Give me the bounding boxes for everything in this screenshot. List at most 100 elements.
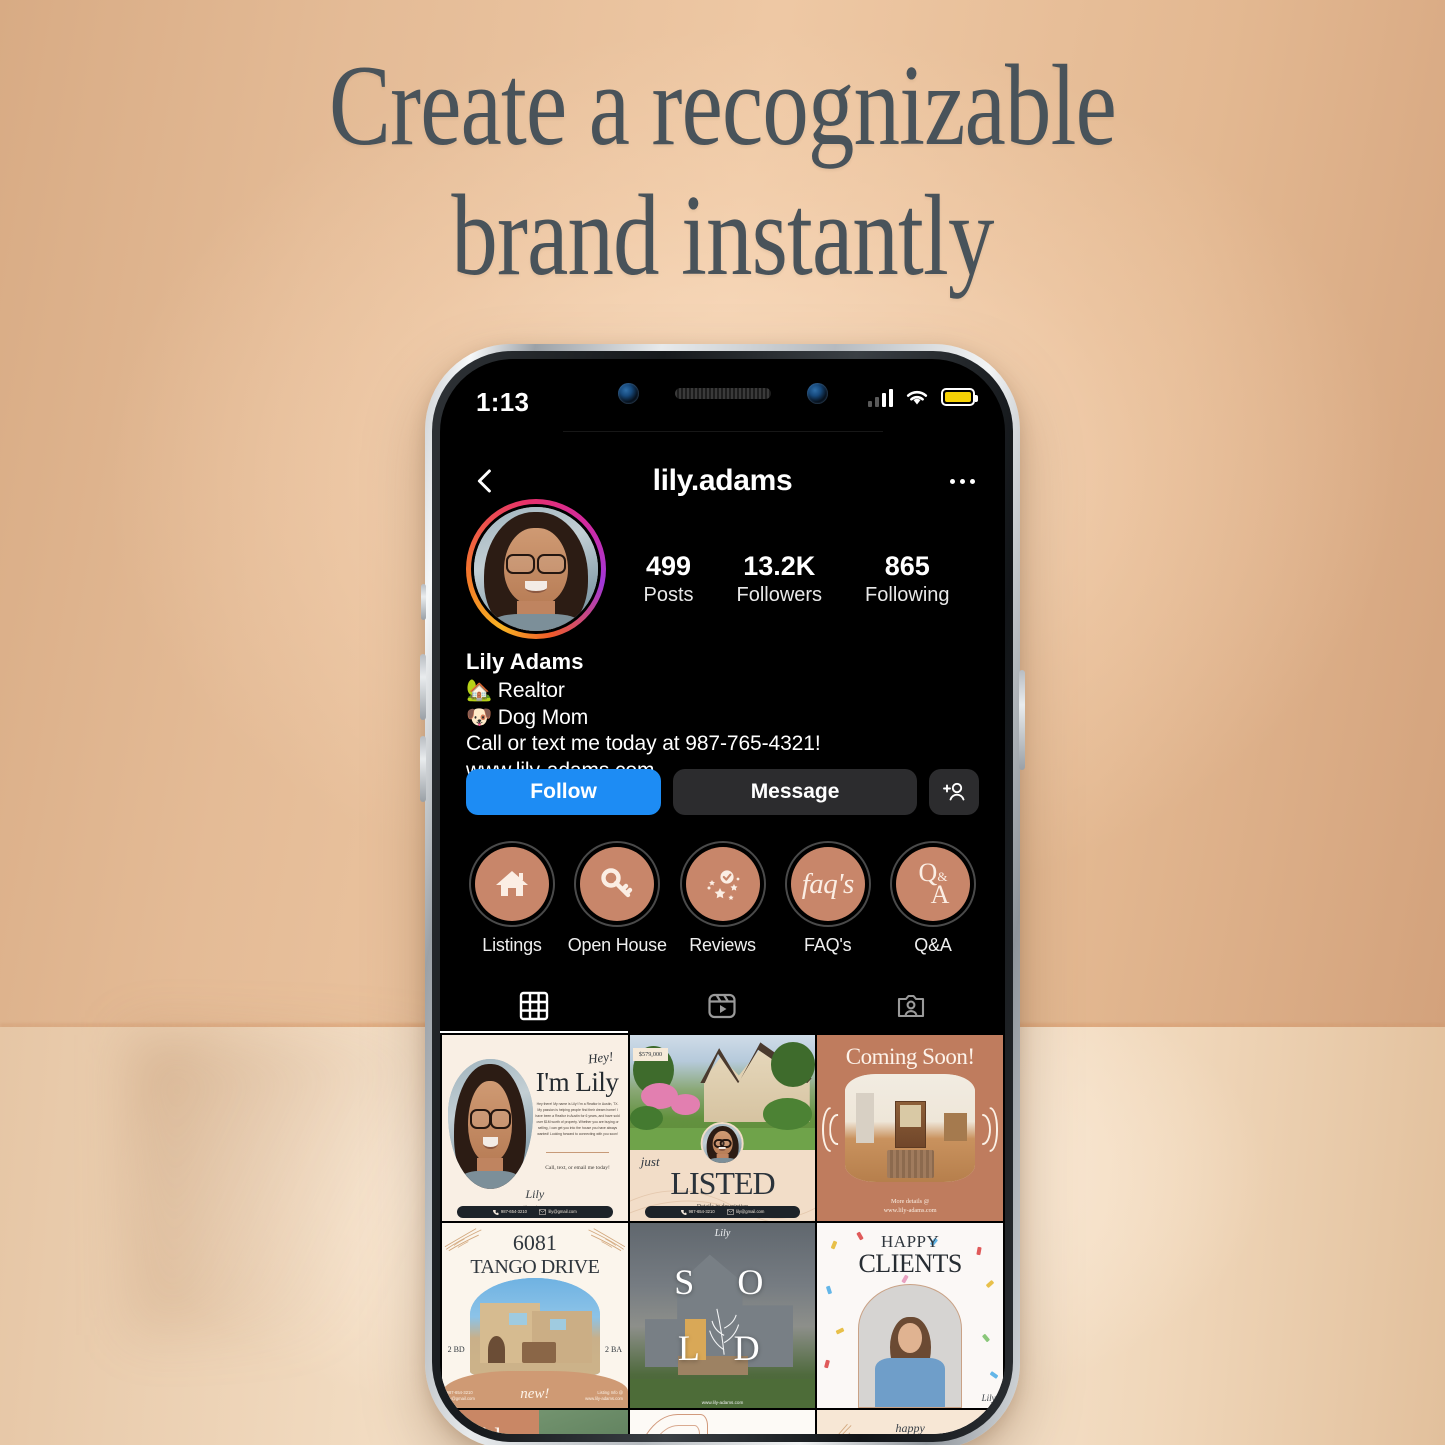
phone-volume-down[interactable] — [420, 736, 426, 802]
email-icon — [539, 1209, 547, 1215]
highlight-label: FAQ's — [804, 935, 852, 955]
post-portrait — [447, 1059, 533, 1190]
post-footer: More details @ www.lily-adams.com — [817, 1197, 1003, 1216]
faq-text-icon: faq's — [801, 867, 855, 900]
post-title: I'm Lily — [535, 1066, 619, 1097]
tab-reels[interactable] — [628, 981, 816, 1031]
post-baths: 2 BA — [604, 1345, 623, 1355]
post-price: $579,000 — [633, 1047, 668, 1061]
highlight-reviews[interactable]: Reviews — [673, 841, 773, 956]
phone-mute-switch[interactable] — [421, 584, 426, 620]
grid-post-coming-soon[interactable]: Coming Soon! More details @ www.lily-ada… — [817, 1035, 1003, 1221]
grid-post-testimonial[interactable]: Testimonial Lily was an incredible agent… — [629, 1410, 816, 1434]
phone-bezel: 1:13 lily.adams 499 Posts 13.2K Follower… — [432, 351, 1013, 1442]
stars-check-icon — [707, 870, 739, 900]
post-photo — [469, 1278, 600, 1375]
email-icon — [727, 1209, 735, 1215]
grid-post-tango-drive[interactable]: 6081 TANGO DRIVE 2 BD 2 BA new! 987-654-… — [442, 1222, 628, 1409]
post-title: Coming Soon! — [845, 1044, 975, 1070]
story-highlights: Listings Open House Reviews faq's FAQ's … — [440, 841, 1005, 956]
post-title-line2: CLIENTS — [858, 1248, 962, 1278]
highlight-label: Reviews — [689, 935, 756, 955]
reels-icon — [708, 993, 737, 1019]
grid-post-just-listed[interactable]: $579,000 just LISTED Details in descript… — [629, 1035, 816, 1221]
post-title: LISTED — [670, 1164, 775, 1201]
grid-post-intro[interactable]: Hey! I'm Lily Hey there! My name is Lily… — [442, 1035, 628, 1221]
stat-following[interactable]: 865 Following — [865, 551, 949, 607]
post-grid: Hey! I'm Lily Hey there! My name is Lily… — [440, 1035, 1005, 1434]
post-avatar — [701, 1122, 744, 1165]
highlight-label: Q&A — [914, 935, 952, 955]
stat-posts[interactable]: 499 Posts — [643, 551, 693, 607]
add-person-button[interactable] — [929, 769, 979, 815]
phone-icon — [492, 1209, 499, 1215]
profile-actions: Follow Message — [440, 769, 1005, 815]
tab-tagged[interactable] — [817, 981, 1005, 1031]
add-person-icon — [943, 782, 965, 801]
post-script-word: new! — [520, 1385, 550, 1402]
grid-post-sold-modern[interactable]: Lily S O L D www.lily-adams.com — [629, 1222, 816, 1409]
post-signature: Lily — [714, 1228, 731, 1240]
soundwave-icon — [829, 1113, 839, 1146]
grid-post-happy-clients-confetti[interactable]: HAPPY CLIENTS Lily — [817, 1222, 1003, 1409]
qa-text-icon: Q& A — [917, 859, 950, 907]
camera-lens-right-icon — [806, 382, 828, 404]
message-button[interactable]: Message — [673, 769, 917, 815]
highlight-label: Open House — [567, 935, 667, 955]
post-contact-left: 987-654-3210 lily@gmail.com — [447, 1390, 475, 1403]
grid-post-happy-clients-arch[interactable]: happy Clients — [817, 1410, 1003, 1434]
battery-icon — [941, 388, 978, 406]
page-headline: Create a recognizable brand instantly — [329, 42, 1117, 300]
post-script-word: Hey! — [586, 1048, 614, 1067]
tagged-icon — [897, 994, 924, 1018]
house-icon — [496, 871, 528, 896]
post-letter: D — [733, 1328, 760, 1369]
profile-stats: 499 Posts 13.2K Followers 865 Following — [606, 499, 979, 607]
post-body: Hey there! My name is Lily! I'm a Realto… — [535, 1101, 620, 1136]
bio-line-phone: Call or text me today at 987-765-4321! — [466, 732, 821, 756]
bio-line-dogmom: 🐶 Dog Mom — [466, 705, 589, 729]
stat-following-label: Following — [865, 584, 950, 607]
profile-header: 499 Posts 13.2K Followers 865 Following — [440, 499, 1005, 639]
highlight-faqs[interactable]: faq's FAQ's — [778, 841, 878, 956]
highlight-listings[interactable]: Listings — [462, 841, 562, 956]
bio-line-realtor: 🏡 Realtor — [466, 679, 565, 702]
tab-grid[interactable] — [440, 981, 629, 1033]
post-script-word: happy — [895, 1421, 925, 1434]
camera-lens-left-icon — [617, 382, 639, 404]
post-title: Sold — [453, 1423, 501, 1434]
page-title: lily.adams — [652, 464, 793, 497]
stat-followers-value: 13.2K — [743, 551, 816, 581]
highlight-qa[interactable]: Q& A Q&A — [883, 841, 983, 956]
phone-mockup: 1:13 lily.adams 499 Posts 13.2K Follower… — [420, 344, 1025, 1445]
stat-followers[interactable]: 13.2K Followers — [736, 551, 822, 607]
more-options-icon[interactable] — [945, 478, 975, 484]
post-signature: Lily — [981, 1392, 996, 1403]
display-name: Lily Adams — [466, 649, 584, 674]
grid-icon — [519, 991, 549, 1021]
phone-power-button[interactable] — [1019, 670, 1025, 770]
status-time: 1:13 — [476, 387, 530, 417]
post-letter: S — [674, 1261, 695, 1302]
soundwave-icon — [982, 1113, 991, 1146]
grid-post-sold-listed-price[interactable]: Sold Listed @ $680,000 Sold @ — [442, 1410, 628, 1434]
post-email: lily@gmail.com — [736, 1209, 765, 1215]
status-icons — [868, 387, 978, 407]
back-chevron-icon[interactable] — [470, 466, 500, 496]
post-contact-bar: 987-654-3210 lily@gmail.com — [644, 1205, 801, 1218]
stat-followers-label: Followers — [736, 584, 823, 607]
post-contact-right: Listing Info @ www.lily-adams.com — [585, 1390, 623, 1403]
follow-button[interactable]: Follow — [466, 769, 662, 815]
post-footer-line2: www.lily-adams.com — [883, 1206, 937, 1214]
phone-screen: 1:13 lily.adams 499 Posts 13.2K Follower… — [440, 359, 1005, 1434]
notch-divider — [562, 431, 883, 432]
phone-volume-up[interactable] — [420, 654, 426, 720]
highlight-open-house[interactable]: Open House — [567, 841, 667, 956]
profile-bio: Lily Adams 🏡 Realtor 🐶 Dog Mom Call or t… — [440, 649, 1005, 785]
post-cta: Call, text, or email me today! — [545, 1164, 610, 1171]
post-website: www.lily-adams.com — [701, 1399, 744, 1405]
highlight-label: Listings — [482, 935, 542, 955]
avatar[interactable] — [466, 499, 606, 639]
cellular-signal-icon — [868, 387, 893, 407]
post-street-name: TANGO DRIVE — [470, 1256, 600, 1279]
